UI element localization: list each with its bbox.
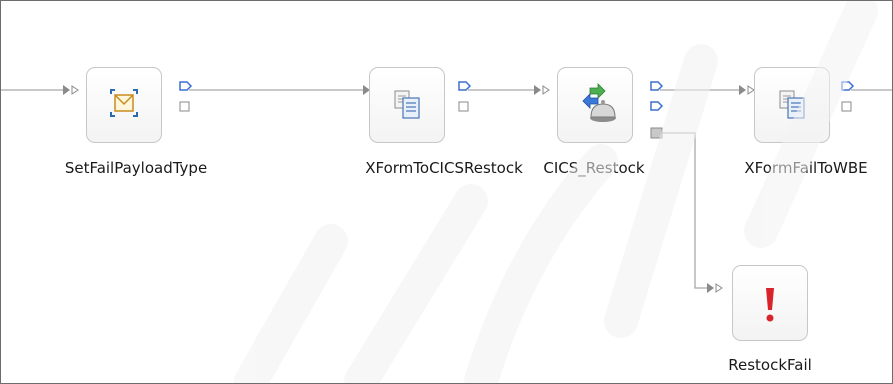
- node-restock-fail[interactable]: [732, 265, 808, 341]
- node-set-fail-payload-type[interactable]: [86, 67, 162, 143]
- output-terminal-icon: [179, 81, 193, 91]
- node-xform-fail-to-wbe-terminals[interactable]: [839, 81, 855, 121]
- input-terminal-arrow: [534, 85, 541, 95]
- failure-terminal-icon: [458, 101, 469, 112]
- node-xform-to-cics-restock[interactable]: [369, 67, 445, 143]
- document-mapping-icon: [394, 90, 420, 119]
- node-cics-restock-terminals[interactable]: [648, 81, 666, 141]
- cics-service-invoke-icon: [582, 83, 616, 122]
- output-terminal-icon: [841, 81, 855, 91]
- envelope-transform-icon: [110, 89, 138, 117]
- document-mapping-icon: [779, 90, 805, 119]
- output-terminal-icon: [650, 81, 664, 91]
- failure-terminal-icon: [841, 101, 852, 112]
- failure-terminal-icon: [650, 127, 663, 139]
- failure-terminal-icon: [179, 101, 190, 112]
- node-label: XFormToCICSRestock: [365, 159, 523, 177]
- wire-cics-failure-to-restockfail: [662, 132, 707, 289]
- output-terminal-icon: [458, 81, 472, 91]
- node-set-fail-payload-type-terminals[interactable]: [177, 81, 193, 121]
- error-exclamation-icon: [766, 288, 774, 322]
- node-label: RestockFail: [728, 356, 812, 374]
- flow-canvas[interactable]: SetFailPayloadType XFormToCICSRestock CI…: [0, 0, 893, 384]
- node-cics-restock[interactable]: [557, 67, 633, 143]
- node-label: CICS_Restock: [543, 159, 645, 177]
- output-terminal-icon: [650, 101, 664, 111]
- node-label: SetFailPayloadType: [64, 159, 208, 177]
- node-xform-to-cics-restock-terminals[interactable]: [456, 81, 472, 121]
- node-xform-fail-to-wbe[interactable]: [754, 67, 830, 143]
- node-label: XFormFailToWBE: [744, 159, 868, 177]
- input-terminal-arrow: [739, 85, 746, 95]
- input-terminal-arrow: [707, 283, 714, 293]
- input-terminal-arrow: [63, 85, 70, 95]
